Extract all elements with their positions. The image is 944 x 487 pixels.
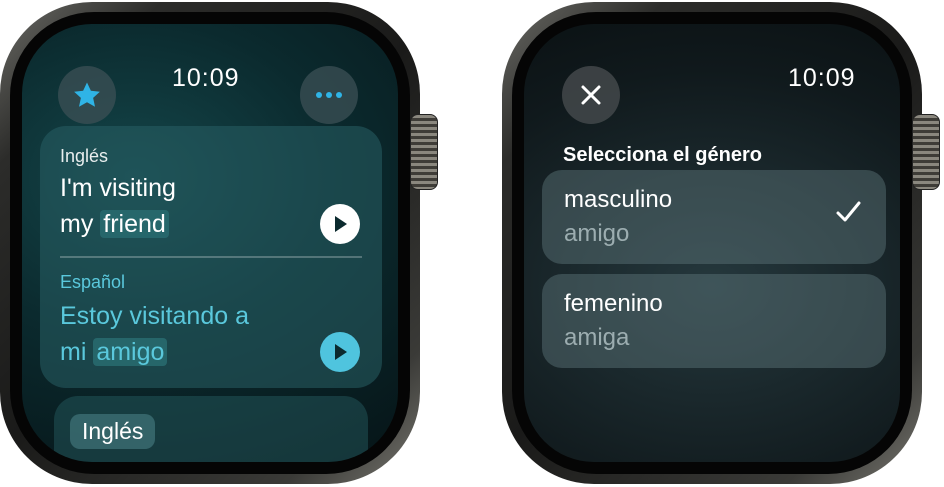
target-phrase-line2: mi amigo bbox=[60, 334, 249, 370]
more-button[interactable] bbox=[300, 66, 358, 124]
favorite-button[interactable] bbox=[58, 66, 116, 124]
digital-crown[interactable] bbox=[912, 114, 940, 190]
option-word: amigo bbox=[564, 220, 630, 247]
clock-time: 10:09 bbox=[788, 64, 856, 92]
option-word: amiga bbox=[564, 324, 630, 351]
picker-title: Selecciona el género bbox=[563, 144, 762, 166]
close-icon bbox=[581, 85, 601, 105]
play-target-button[interactable] bbox=[320, 332, 360, 372]
target-highlight-word[interactable]: amigo bbox=[93, 338, 168, 366]
star-icon bbox=[74, 82, 100, 107]
gender-picker-screen: 10:09 Selecciona el género masculino ami… bbox=[524, 24, 900, 462]
target-phrase-prefix: mi bbox=[60, 338, 94, 366]
checkmark-icon bbox=[836, 201, 861, 222]
target-phrase: Estoy visitando a mi amigo bbox=[60, 298, 249, 370]
source-language-label: Inglés bbox=[60, 146, 109, 166]
play-source-button[interactable] bbox=[320, 204, 360, 244]
gender-option-feminine[interactable]: femenino amiga bbox=[542, 274, 886, 368]
watch-translator: 10:09 Inglés I'm visiting my friend Espa… bbox=[0, 2, 438, 484]
source-phrase-line1: I'm visiting bbox=[60, 174, 176, 202]
divider bbox=[60, 256, 362, 258]
gender-option-masculine[interactable]: masculino amigo bbox=[542, 170, 886, 264]
close-button[interactable] bbox=[562, 66, 620, 124]
translator-screen: 10:09 Inglés I'm visiting my friend Espa… bbox=[22, 24, 398, 462]
clock-time: 10:09 bbox=[172, 64, 240, 92]
source-highlight-word[interactable]: friend bbox=[100, 210, 169, 238]
source-phrase-prefix: my bbox=[60, 210, 101, 238]
watch-gender-picker: 10:09 Selecciona el género masculino ami… bbox=[502, 2, 940, 484]
option-label: femenino bbox=[564, 290, 663, 317]
digital-crown[interactable] bbox=[410, 114, 438, 190]
source-phrase: I'm visiting my friend bbox=[60, 170, 176, 242]
translation-card: Inglés I'm visiting my friend Español Es… bbox=[40, 126, 382, 388]
option-label: masculino bbox=[564, 186, 673, 213]
play-icon bbox=[335, 216, 347, 232]
ellipsis-icon bbox=[316, 92, 342, 98]
target-language-label: Español bbox=[60, 272, 126, 292]
source-phrase-line2: my friend bbox=[60, 206, 176, 242]
next-language-pill: Inglés bbox=[70, 414, 156, 449]
play-icon bbox=[335, 344, 347, 360]
target-phrase-line1: Estoy visitando a bbox=[60, 302, 249, 330]
